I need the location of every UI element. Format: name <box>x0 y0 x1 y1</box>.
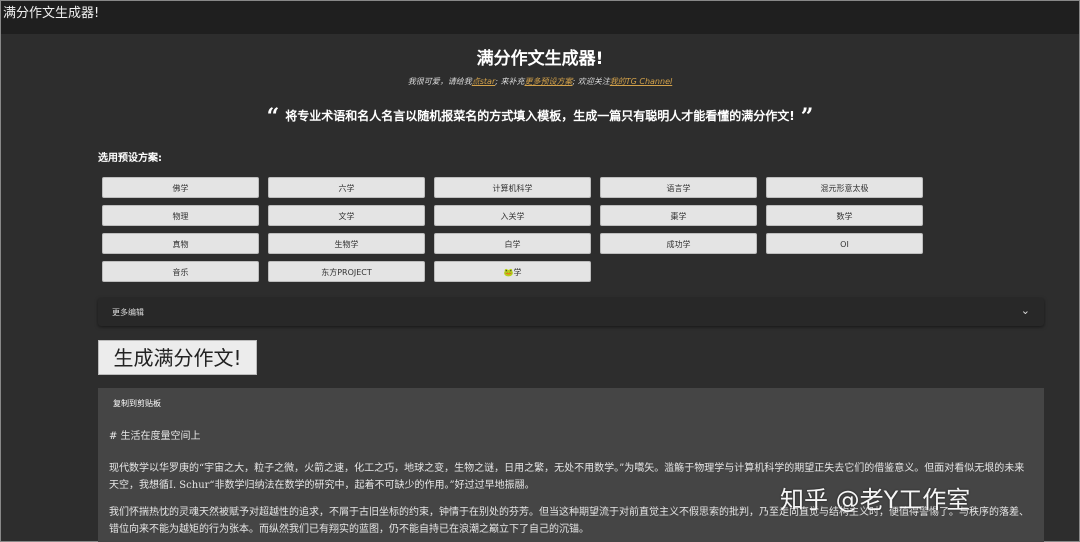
preset-button[interactable]: 语言学 <box>600 177 757 198</box>
preset-button[interactable]: 数学 <box>766 205 923 226</box>
output-panel: 复制到剪贴板 # 生活在度量空间上 现代数学以华罗庚的“宇宙之大，粒子之微，火箭… <box>98 388 1044 542</box>
subtitle-text-3: ; 欢迎关注 <box>572 77 610 86</box>
quote-close-icon: ” <box>800 104 814 130</box>
preset-button[interactable]: 生物学 <box>268 233 425 254</box>
preset-button[interactable]: 入关学 <box>434 205 591 226</box>
tagline-text: 将专业术语和名人名言以随机报菜名的方式填入模板，生成一篇只有聪明人才能看懂的满分… <box>285 109 795 123</box>
preset-button[interactable]: 物理 <box>102 205 259 226</box>
tagline-quote: “ 将专业术语和名人名言以随机报菜名的方式填入模板，生成一篇只有聪明人才能看懂的满… <box>0 104 1080 130</box>
tg-channel-link[interactable]: 我的TG Channel <box>610 77 672 86</box>
more-edit-toggle[interactable]: 更多编辑 ⌄ <box>98 298 1044 326</box>
copy-button[interactable]: 复制到剪贴板 <box>113 398 161 409</box>
more-edit-label: 更多编辑 <box>112 308 144 317</box>
essay-heading: # 生活在度量空间上 <box>109 431 201 442</box>
watermark: 知乎 @老Y工作室 <box>780 486 971 514</box>
window-title: 满分作文生成器! <box>1 1 1079 34</box>
generate-button[interactable]: 生成满分作文! <box>98 340 257 375</box>
subtitle-text-1: 我很可爱，请给我 <box>407 77 472 86</box>
preset-button[interactable]: 混元形意太极 <box>766 177 923 198</box>
quote-open-icon: “ <box>266 104 280 130</box>
chevron-down-icon: ⌄ <box>1020 304 1030 317</box>
preset-button[interactable]: 真物 <box>102 233 259 254</box>
preset-button[interactable]: 白学 <box>434 233 591 254</box>
preset-button[interactable]: 东方PROJECT <box>268 261 425 282</box>
preset-button[interactable]: 棗学 <box>600 205 757 226</box>
preset-label: 选用预设方案: <box>98 153 162 164</box>
preset-button[interactable]: 成功学 <box>600 233 757 254</box>
preset-button[interactable]: 🐸学 <box>434 261 591 282</box>
preset-button[interactable]: 音乐 <box>102 261 259 282</box>
star-link[interactable]: 点star <box>472 77 496 86</box>
more-presets-link[interactable]: 更多预设方案 <box>525 77 573 86</box>
subtitle-text-2: ; 来补充 <box>495 77 525 86</box>
preset-button[interactable]: 佛学 <box>102 177 259 198</box>
preset-button[interactable]: OI <box>766 233 923 254</box>
subtitle-line: 我很可爱，请给我点star; 来补充更多预设方案; 欢迎关注我的TG Chann… <box>0 76 1080 87</box>
preset-button[interactable]: 六学 <box>268 177 425 198</box>
page-title: 满分作文生成器! <box>476 49 604 69</box>
preset-button[interactable]: 文学 <box>268 205 425 226</box>
preset-button[interactable]: 计算机科学 <box>434 177 591 198</box>
